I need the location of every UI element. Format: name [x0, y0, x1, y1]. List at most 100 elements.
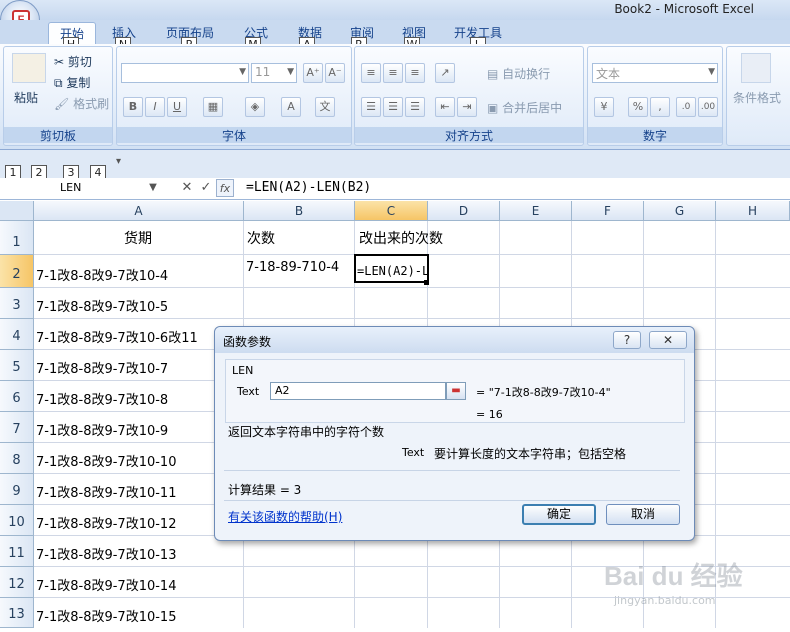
column-header-a[interactable]: A: [34, 201, 244, 221]
phonetic-icon[interactable]: 文: [315, 97, 335, 117]
font-color-icon[interactable]: A: [281, 97, 301, 117]
column-header-g[interactable]: G: [644, 201, 716, 221]
align-center-icon[interactable]: ☰: [383, 97, 403, 117]
dialog-title-bar[interactable]: 函数参数 ? ✕: [215, 327, 694, 353]
increase-indent-icon[interactable]: ⇥: [457, 97, 477, 117]
shrink-font-icon[interactable]: A⁻: [325, 63, 345, 83]
bold-icon[interactable]: B: [123, 97, 143, 117]
row-header-7[interactable]: 7: [0, 412, 34, 443]
cell-a3[interactable]: 7-1改8-8改9-7改10-5: [36, 296, 168, 315]
number-format-combo[interactable]: 文本 ▼: [592, 63, 718, 83]
cell-a2[interactable]: 7-1改8-8改9-7改10-4: [36, 265, 168, 284]
cell-a7[interactable]: 7-1改8-8改9-7改10-9: [36, 420, 168, 439]
paste-icon[interactable]: [12, 53, 46, 83]
column-header-d[interactable]: D: [428, 201, 500, 221]
formula-input[interactable]: =LEN(A2)-LEN(B2): [246, 180, 371, 195]
row-header-2[interactable]: 2: [0, 255, 34, 288]
cell-c1[interactable]: 改出来的次数: [359, 228, 443, 248]
baidu-watermark-logo: Bai du 经验: [604, 561, 743, 591]
align-bottom-icon[interactable]: ≡: [405, 63, 425, 83]
group-label-number: 数字: [588, 127, 722, 143]
comma-icon[interactable]: ,: [650, 97, 670, 117]
column-header-c[interactable]: C: [355, 201, 428, 221]
increase-decimal-icon[interactable]: .0: [676, 97, 696, 117]
decrease-indent-icon[interactable]: ⇤: [435, 97, 455, 117]
text-argument-input[interactable]: A2: [270, 382, 446, 400]
column-header-f[interactable]: F: [572, 201, 644, 221]
column-header-b[interactable]: B: [244, 201, 355, 221]
cell-a6[interactable]: 7-1改8-8改9-7改10-8: [36, 389, 168, 408]
row-header-12[interactable]: 12: [0, 567, 34, 598]
cell-a9[interactable]: 7-1改8-8改9-7改10-11: [36, 482, 176, 501]
border-icon[interactable]: ▦: [203, 97, 223, 117]
collapse-dialog-icon[interactable]: ▬: [446, 382, 466, 400]
grow-font-icon[interactable]: A⁺: [303, 63, 323, 83]
conditional-format-button[interactable]: 条件格式: [733, 89, 781, 106]
arg-help-text: 要计算长度的文本字符串；包括空格: [434, 447, 627, 461]
group-alignment: ≡ ≡ ≡ ↗ ▤ 自动换行 ☰ ☰ ☰ ⇤ ⇥ ▣ 合并后居中 对齐方式: [354, 46, 584, 146]
row-header-9[interactable]: 9: [0, 474, 34, 505]
close-icon[interactable]: ✕: [649, 331, 687, 349]
cell-a8[interactable]: 7-1改8-8改9-7改10-10: [36, 451, 176, 470]
fill-color-icon[interactable]: ◈: [245, 97, 265, 117]
align-top-icon[interactable]: ≡: [361, 63, 381, 83]
cell-b2[interactable]: 7-18-89-710-4: [246, 260, 339, 275]
percent-icon[interactable]: %: [628, 97, 648, 117]
cell-a10[interactable]: 7-1改8-8改9-7改10-12: [36, 513, 176, 532]
function-help-link[interactable]: 有关该函数的帮助(H): [228, 508, 342, 525]
quick-access-toolbar: 1 2 3 4 ▾: [0, 150, 790, 181]
align-middle-icon[interactable]: ≡: [383, 63, 403, 83]
column-header-e[interactable]: E: [500, 201, 572, 221]
enter-icon[interactable]: ✓: [197, 179, 215, 197]
row-header-11[interactable]: 11: [0, 536, 34, 567]
underline-icon[interactable]: U: [167, 97, 187, 117]
row-header-8[interactable]: 8: [0, 443, 34, 474]
insert-function-icon[interactable]: fx: [216, 179, 234, 197]
cell-c2: =LEN(A2)-LEN(B2): [357, 264, 429, 278]
cell-a11[interactable]: 7-1改8-8改9-7改10-13: [36, 544, 176, 563]
wrap-icon: ▤: [487, 67, 499, 81]
name-box[interactable]: LEN: [0, 179, 158, 198]
merge-center-button[interactable]: ▣ 合并后居中: [487, 99, 562, 116]
wrap-text-button[interactable]: ▤ 自动换行: [487, 65, 550, 82]
group-styles: 条件格式: [726, 46, 790, 146]
cell-b1[interactable]: 次数: [247, 228, 275, 248]
name-box-dropdown-icon[interactable]: ▼: [144, 179, 162, 197]
column-header-h[interactable]: H: [716, 201, 790, 221]
cell-a4[interactable]: 7-1改8-8改9-7改10-6改11: [36, 327, 198, 346]
align-left-icon[interactable]: ☰: [361, 97, 381, 117]
row-header-10[interactable]: 10: [0, 505, 34, 536]
align-right-icon[interactable]: ☰: [405, 97, 425, 117]
cancel-icon[interactable]: ✕: [178, 179, 196, 197]
row-header-5[interactable]: 5: [0, 350, 34, 381]
currency-icon[interactable]: ¥: [594, 97, 614, 117]
select-all-corner[interactable]: [0, 201, 34, 221]
cut-button[interactable]: ✂ 剪切: [54, 53, 92, 70]
orientation-icon[interactable]: ↗: [435, 63, 455, 83]
cancel-button[interactable]: 取消: [606, 504, 680, 525]
active-cell-c2[interactable]: =LEN(A2)-LEN(B2): [354, 254, 429, 283]
row-header-1[interactable]: 1: [0, 221, 34, 255]
cell-a1[interactable]: 货期: [124, 228, 152, 248]
decrease-decimal-icon[interactable]: .00: [698, 97, 718, 117]
cell-a12[interactable]: 7-1改8-8改9-7改10-14: [36, 575, 176, 594]
row-header-3[interactable]: 3: [0, 288, 34, 319]
row-header-4[interactable]: 4: [0, 319, 34, 350]
copy-button[interactable]: ⧉ 复制: [54, 74, 90, 91]
format-painter-button[interactable]: 🖌 格式刷: [54, 95, 109, 112]
conditional-format-icon[interactable]: [741, 53, 771, 83]
font-size-combo[interactable]: 11 ▼: [251, 63, 297, 83]
help-icon[interactable]: ?: [613, 331, 641, 349]
baidu-watermark-url: jingyan.baidu.com: [614, 594, 716, 607]
cell-a13[interactable]: 7-1改8-8改9-7改10-15: [36, 606, 176, 625]
ok-button[interactable]: 确定: [522, 504, 596, 525]
calc-result: 计算结果 = 3: [228, 483, 302, 497]
italic-icon[interactable]: I: [145, 97, 165, 117]
paste-button[interactable]: 粘贴: [14, 89, 38, 106]
row-header-13[interactable]: 13: [0, 598, 34, 628]
row-header-6[interactable]: 6: [0, 381, 34, 412]
font-name-combo[interactable]: ▼: [121, 63, 249, 83]
fill-handle[interactable]: [424, 280, 429, 285]
qat-customize-icon[interactable]: ▾: [116, 156, 121, 167]
cell-a5[interactable]: 7-1改8-8改9-7改10-7: [36, 358, 168, 377]
